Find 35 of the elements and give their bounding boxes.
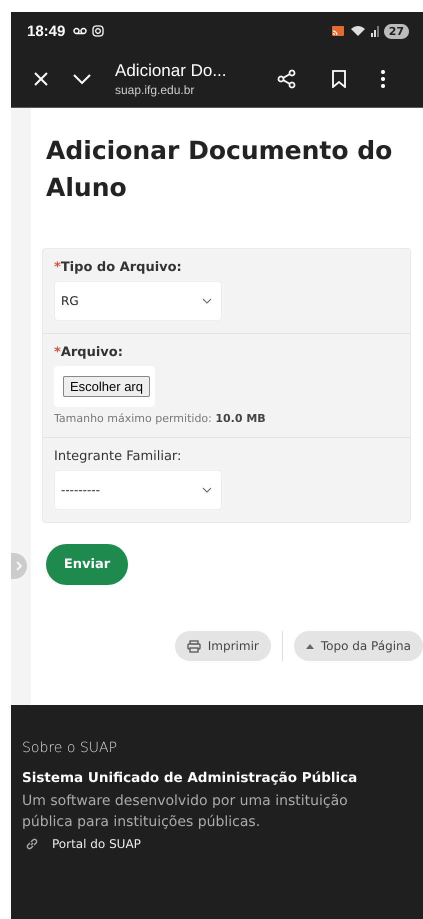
field-label: Integrante Familiar:	[54, 449, 182, 464]
back-to-top-button[interactable]: Topo da Página	[294, 631, 423, 661]
voicemail-icon	[73, 26, 88, 36]
close-icon[interactable]	[33, 70, 49, 86]
camera-app-icon	[92, 25, 104, 37]
footer-description: Um software desenvolvido por uma instituição pública para instituições públicas.	[22, 792, 349, 832]
chevron-down-icon	[202, 298, 212, 304]
bookmark-icon[interactable]	[331, 70, 347, 88]
more-menu-icon[interactable]	[381, 70, 385, 88]
portal-link[interactable]: Portal do SUAP	[52, 837, 141, 851]
footer-heading: Sobre o SUAP	[22, 740, 118, 756]
page-url: suap.ifg.edu.br	[115, 82, 196, 96]
field-label: *Arquivo:	[54, 345, 123, 360]
select-field[interactable]: RG	[54, 281, 222, 321]
caret-up-icon	[306, 644, 314, 648]
page-tab-title: Adicionar Do...	[115, 60, 228, 80]
battery-level: 27	[384, 24, 409, 38]
help-text: Tamanho máximo permitido: 10.0 MB	[54, 412, 266, 425]
print-button[interactable]: Imprimir	[174, 631, 271, 661]
select-field[interactable]: ---------	[54, 470, 222, 510]
printer-icon	[186, 640, 201, 652]
cast-icon	[330, 25, 345, 37]
share-icon[interactable]	[277, 68, 297, 88]
chevron-down-icon	[202, 487, 212, 493]
field-label: *Tipo do Arquivo:	[54, 260, 182, 275]
file-input[interactable]: Escolher arq	[54, 366, 155, 407]
chevron-down-icon[interactable]	[73, 72, 91, 84]
footer-title: Sistema Unificado de Administração Pública	[22, 770, 358, 786]
chevron-right-icon	[16, 561, 22, 571]
signal-icon	[370, 25, 379, 37]
submit-button[interactable]: Enviar	[46, 544, 128, 585]
wifi-icon	[350, 25, 366, 37]
page-title: Adicionar Documento do Aluno	[46, 135, 394, 204]
link-icon	[26, 838, 38, 850]
status-time: 18:49	[27, 22, 66, 40]
